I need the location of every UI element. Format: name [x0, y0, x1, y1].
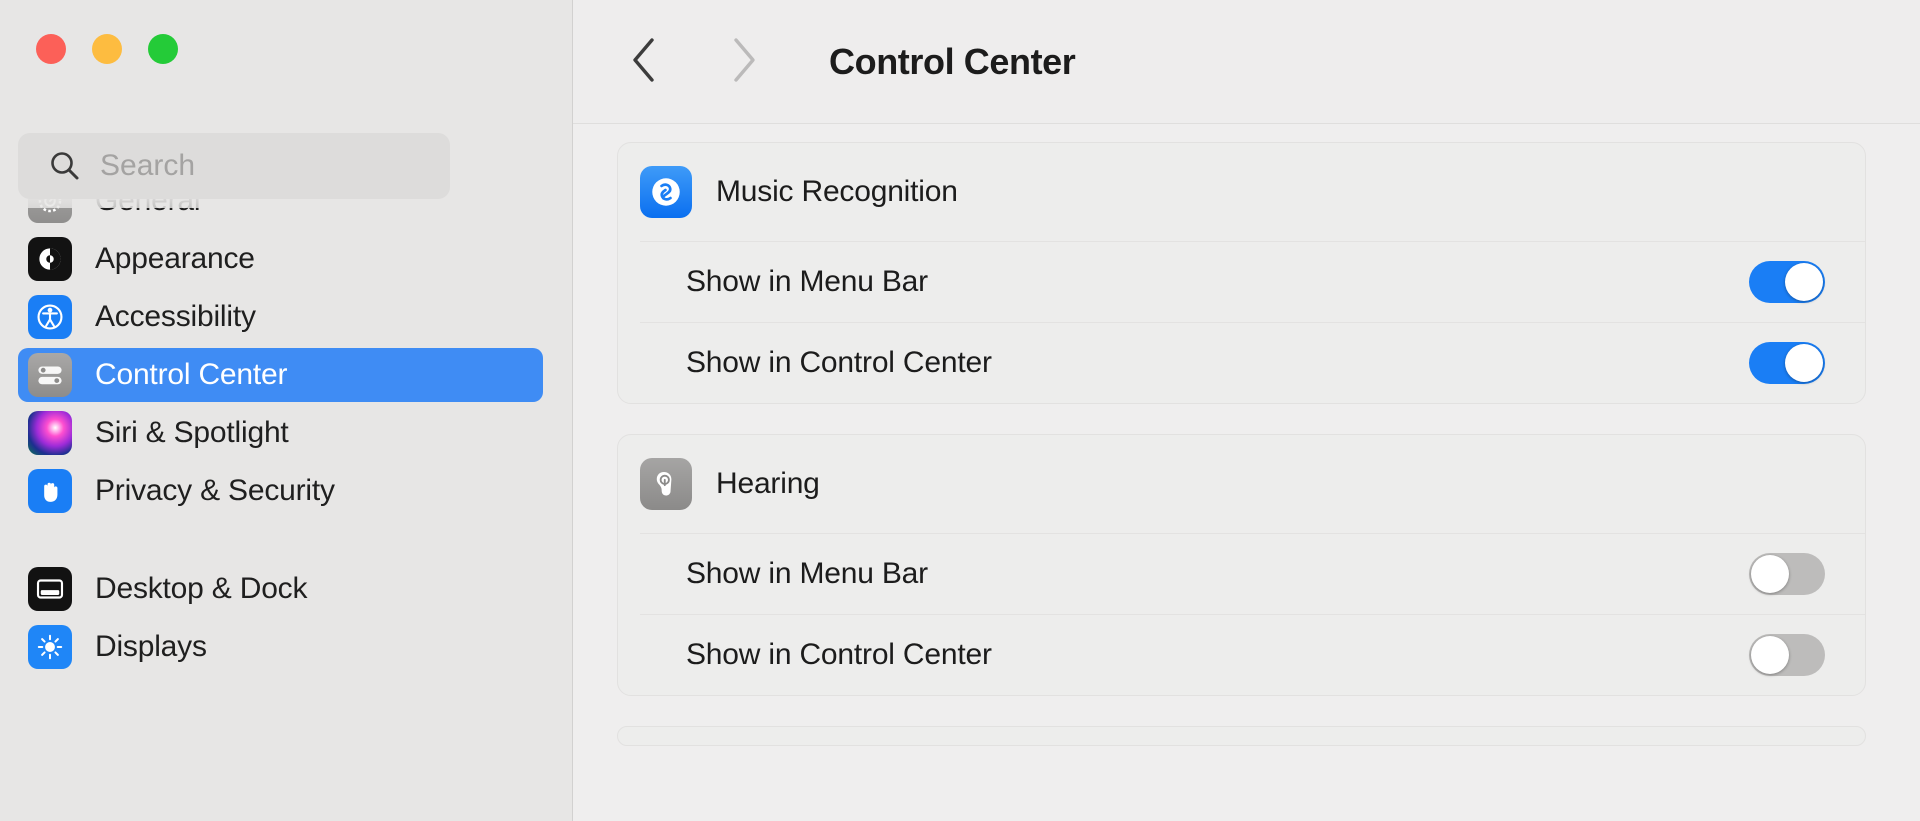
section-title: Music Recognition	[716, 175, 958, 208]
sidebar-item-privacy-security[interactable]: Privacy & Security	[18, 464, 543, 518]
settings-row-label: Show in Control Center	[686, 345, 992, 379]
sidebar-item-label: Displays	[95, 630, 207, 663]
chevron-right-icon	[726, 34, 760, 89]
page-title: Control Center	[829, 40, 1076, 82]
zoom-button[interactable]	[148, 34, 178, 64]
toggle-switch[interactable]	[1749, 260, 1825, 303]
sidebar-item-label: Privacy & Security	[95, 474, 335, 507]
toggle-knob	[1785, 343, 1823, 382]
sidebar-item-label: Control Center	[95, 358, 288, 391]
ear-icon	[640, 458, 692, 510]
search-input[interactable]	[100, 144, 430, 188]
close-button[interactable]	[36, 34, 66, 64]
accessibility-icon	[28, 295, 72, 339]
system-settings-window: General Appearance Accessibility Control Ce…	[0, 0, 1920, 821]
section-header-music-recognition: Music Recognition	[618, 143, 1865, 241]
sidebar-item-control-center[interactable]: Control Center	[18, 348, 543, 402]
sidebar-item-list: General Appearance Accessibility Control Ce…	[0, 170, 572, 718]
sidebar-item-label: Desktop & Dock	[95, 572, 308, 605]
minimize-button[interactable]	[92, 34, 122, 64]
sidebar-item-label: Appearance	[95, 242, 255, 275]
sidebar-group-separator	[0, 522, 572, 558]
settings-row-label: Show in Control Center	[686, 637, 992, 671]
toggle-switch[interactable]	[1749, 552, 1825, 595]
settings-row-label: Show in Menu Bar	[686, 556, 928, 590]
sidebar-item-label: Accessibility	[95, 300, 256, 333]
settings-scroll-area[interactable]: Music Recognition Show in Menu Bar Show in…	[573, 124, 1920, 821]
toolbar: Control Center	[573, 0, 1920, 124]
sidebar-item-appearance[interactable]: Appearance	[18, 232, 543, 286]
settings-row: Show in Control Center	[618, 322, 1865, 403]
sidebar: General Appearance Accessibility Control Ce…	[0, 0, 573, 821]
desktop-dock-icon	[28, 567, 72, 611]
siri-icon	[28, 411, 72, 455]
settings-row: Show in Control Center	[618, 614, 1865, 695]
sidebar-item-label: Siri & Spotlight	[95, 416, 289, 449]
search-field[interactable]	[18, 133, 450, 199]
settings-row-label: Show in Menu Bar	[686, 264, 928, 298]
appearance-icon	[28, 237, 72, 281]
privacy-hand-icon	[28, 469, 72, 513]
toggle-knob	[1751, 554, 1789, 593]
sidebar-item-displays[interactable]: Displays	[18, 620, 543, 674]
section-header-hearing: Hearing	[618, 435, 1865, 533]
window-traffic-lights	[36, 34, 178, 64]
back-button[interactable]	[619, 34, 671, 90]
sidebar-item-desktop-dock[interactable]: Desktop & Dock	[18, 562, 543, 616]
forward-button[interactable]	[717, 34, 769, 90]
sidebar-item-accessibility[interactable]: Accessibility	[18, 290, 543, 344]
displays-icon	[28, 625, 72, 669]
control-center-icon	[28, 353, 72, 397]
toggle-switch[interactable]	[1749, 341, 1825, 384]
toggle-knob	[1751, 635, 1789, 674]
toggle-switch[interactable]	[1749, 633, 1825, 676]
search-icon	[48, 149, 82, 183]
settings-row: Show in Menu Bar	[618, 533, 1865, 614]
chevron-left-icon	[628, 34, 662, 89]
sidebar-item-siri-spotlight[interactable]: Siri & Spotlight	[18, 406, 543, 460]
settings-card-partial	[617, 726, 1866, 746]
main-pane: Control Center Music Recognition Show in …	[573, 0, 1920, 821]
section-title: Hearing	[716, 467, 820, 500]
settings-card-music-recognition: Music Recognition Show in Menu Bar Show in…	[617, 142, 1866, 404]
shazam-icon	[640, 166, 692, 218]
settings-card-hearing: Hearing Show in Menu Bar Show in Control C…	[617, 434, 1866, 696]
toggle-knob	[1785, 262, 1823, 301]
settings-row: Show in Menu Bar	[618, 241, 1865, 322]
